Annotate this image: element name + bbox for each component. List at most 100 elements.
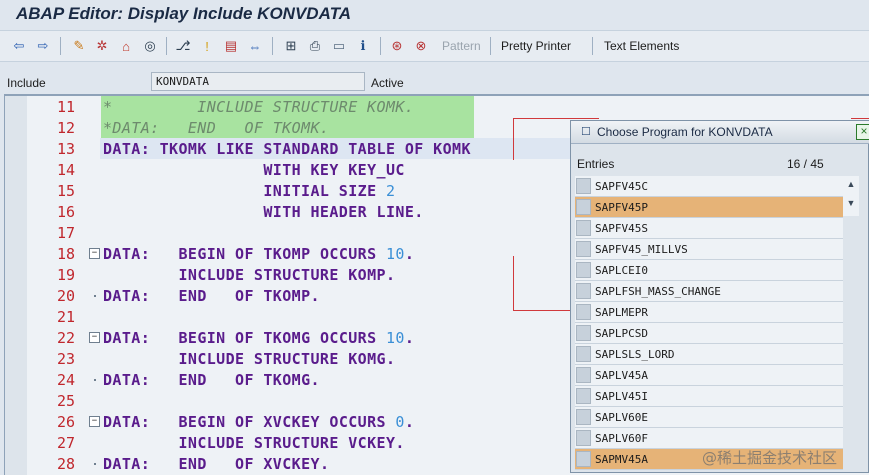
row-selector[interactable] (576, 367, 591, 383)
close-icon[interactable]: × (856, 124, 869, 140)
code-text: DATA: BEGIN OF TKOMG OCCURS 10. (103, 329, 415, 347)
window-title: ABAP Editor: Display Include KONVDATA (16, 4, 351, 23)
row-selector[interactable] (576, 220, 591, 236)
program-list-item[interactable]: SAPLV45I (575, 386, 843, 407)
include-row: Include KONVDATA Active (0, 62, 869, 94)
block-end-marker (94, 463, 96, 465)
collapse-block-icon[interactable]: − (89, 332, 100, 343)
connector-line (513, 118, 599, 119)
scroll-down-icon[interactable]: ▼ (846, 198, 856, 208)
row-selector[interactable] (576, 430, 591, 446)
forward-arrow-icon[interactable]: ⇨ (34, 37, 52, 55)
line-number: 14 (56, 161, 75, 179)
collapse-block-icon[interactable]: − (89, 248, 100, 259)
line-number: 17 (56, 224, 75, 242)
delete-breakpoint-icon[interactable]: ⊗ (412, 37, 430, 55)
info-icon[interactable]: ℹ (354, 37, 372, 55)
row-selector[interactable] (576, 388, 591, 404)
include-field[interactable]: KONVDATA (151, 72, 365, 91)
code-text: DATA: TKOMK LIKE STANDARD TABLE OF KOMK (103, 140, 471, 158)
block-end-marker (94, 379, 96, 381)
back-arrow-icon[interactable]: ⇦ (10, 37, 28, 55)
breakpoint-set-icon[interactable]: ⊛ (388, 37, 406, 55)
code-text: INITIAL SIZE 2 (263, 182, 396, 200)
row-selector[interactable] (576, 304, 591, 320)
where-used-icon[interactable]: ⎇ (174, 37, 192, 55)
connector-line (513, 118, 514, 160)
connector-line (513, 310, 573, 311)
program-list-item[interactable]: SAPLPCSD (575, 323, 843, 344)
row-selector[interactable] (576, 325, 591, 341)
block-end-marker (94, 295, 96, 297)
row-selector[interactable] (576, 451, 591, 467)
line-number: 11 (56, 98, 75, 116)
program-list-item[interactable]: SAPLSLS_LORD (575, 344, 843, 365)
code-text: DATA: END OF XVCKEY. (103, 455, 330, 473)
code-text: * INCLUDE STRUCTURE KOMK. (103, 98, 415, 116)
window-icon[interactable]: ⇔ (246, 37, 264, 55)
program-name: SAPFV45_MILLVS (595, 243, 688, 256)
text-elements-button[interactable]: Text Elements (604, 39, 679, 53)
activate-icon[interactable]: ⌂ (117, 37, 135, 55)
dialog-window-icon: ☐ (581, 126, 591, 138)
program-list-item[interactable]: SAPFV45_MILLVS (575, 239, 843, 260)
print-icon[interactable]: ⎙ (306, 37, 324, 55)
block-icon[interactable]: ▭ (330, 37, 348, 55)
row-selector[interactable] (576, 262, 591, 278)
code-text: *DATA: END OF TKOMK. (103, 119, 330, 137)
title-bar: ABAP Editor: Display Include KONVDATA (0, 0, 869, 31)
list-scrollbar[interactable]: ▲ ▼ (843, 176, 859, 216)
program-name: SAPFV45C (595, 180, 648, 193)
code-text: DATA: BEGIN OF XVCKEY OCCURS 0. (103, 413, 415, 431)
program-list-item[interactable]: SAPLFSH_MASS_CHANGE (575, 281, 843, 302)
line-number: 12 (56, 119, 75, 137)
row-selector[interactable] (576, 178, 591, 194)
application-toolbar: ⇦ ⇨ ✎ ✲ ⌂ ◎ ⎇ ǃ ▤ ⇔ ⊞ ⎙ ▭ ℹ ⊛ ⊗ Pattern … (0, 31, 869, 62)
program-name: SAPLCEI0 (595, 264, 648, 277)
line-number: 18 (56, 245, 75, 263)
program-list-item[interactable]: SAPLV60E (575, 407, 843, 428)
program-list-item[interactable]: SAPFV45P (575, 197, 843, 218)
program-name: SAPLV45A (595, 369, 648, 382)
toolbar-separator (490, 37, 491, 55)
program-name: SAPLV60E (595, 411, 648, 424)
program-list: SAPFV45C SAPFV45P SAPFV45S SAPFV45_MILLVS SA… (575, 176, 843, 474)
program-name: SAPLPCSD (595, 327, 648, 340)
program-list-item[interactable]: SAPLV45A (575, 365, 843, 386)
scroll-up-icon[interactable]: ▲ (846, 179, 856, 189)
line-number: 23 (56, 350, 75, 368)
program-list-item[interactable]: SAPLV60F (575, 428, 843, 449)
code-line[interactable]: 11 * INCLUDE STRUCTURE KOMK. (5, 96, 869, 117)
toolbar-separator (380, 37, 381, 55)
pattern-button[interactable]: Pattern (442, 39, 481, 53)
row-selector[interactable] (576, 346, 591, 362)
program-name: SAPLSLS_LORD (595, 348, 675, 361)
other-object-icon[interactable]: ✲ (93, 37, 111, 55)
row-selector[interactable] (576, 199, 591, 215)
code-text: INCLUDE STRUCTURE KOMG. (178, 350, 396, 368)
collapse-block-icon[interactable]: − (89, 416, 100, 427)
program-list-item[interactable]: SAPLCEI0 (575, 260, 843, 281)
line-number: 26 (56, 413, 75, 431)
line-number: 24 (56, 371, 75, 389)
program-list-item[interactable]: SAPFV45S (575, 218, 843, 239)
line-number: 28 (56, 455, 75, 473)
program-list-item[interactable]: SAPFV45C (575, 176, 843, 197)
line-number: 27 (56, 434, 75, 452)
connector-line (513, 256, 514, 310)
display-change-icon[interactable]: ✎ (70, 37, 88, 55)
row-selector[interactable] (576, 409, 591, 425)
choose-program-dialog: ☐ Choose Program for KONVDATA × Entries … (570, 120, 869, 473)
hierarchy-icon[interactable]: ⊞ (282, 37, 300, 55)
line-number: 25 (56, 392, 75, 410)
row-selector[interactable] (576, 241, 591, 257)
program-name: SAPMV45A (595, 453, 648, 466)
check-icon[interactable]: ◎ (141, 37, 159, 55)
program-list-item[interactable]: SAPLMEPR (575, 302, 843, 323)
breakpoint-icon[interactable]: ▤ (222, 37, 240, 55)
navigation-icon[interactable]: ǃ (198, 37, 216, 55)
code-text: INCLUDE STRUCTURE VCKEY. (178, 434, 405, 452)
pretty-printer-button[interactable]: Pretty Printer (501, 39, 571, 53)
toolbar-separator (592, 37, 593, 55)
row-selector[interactable] (576, 283, 591, 299)
